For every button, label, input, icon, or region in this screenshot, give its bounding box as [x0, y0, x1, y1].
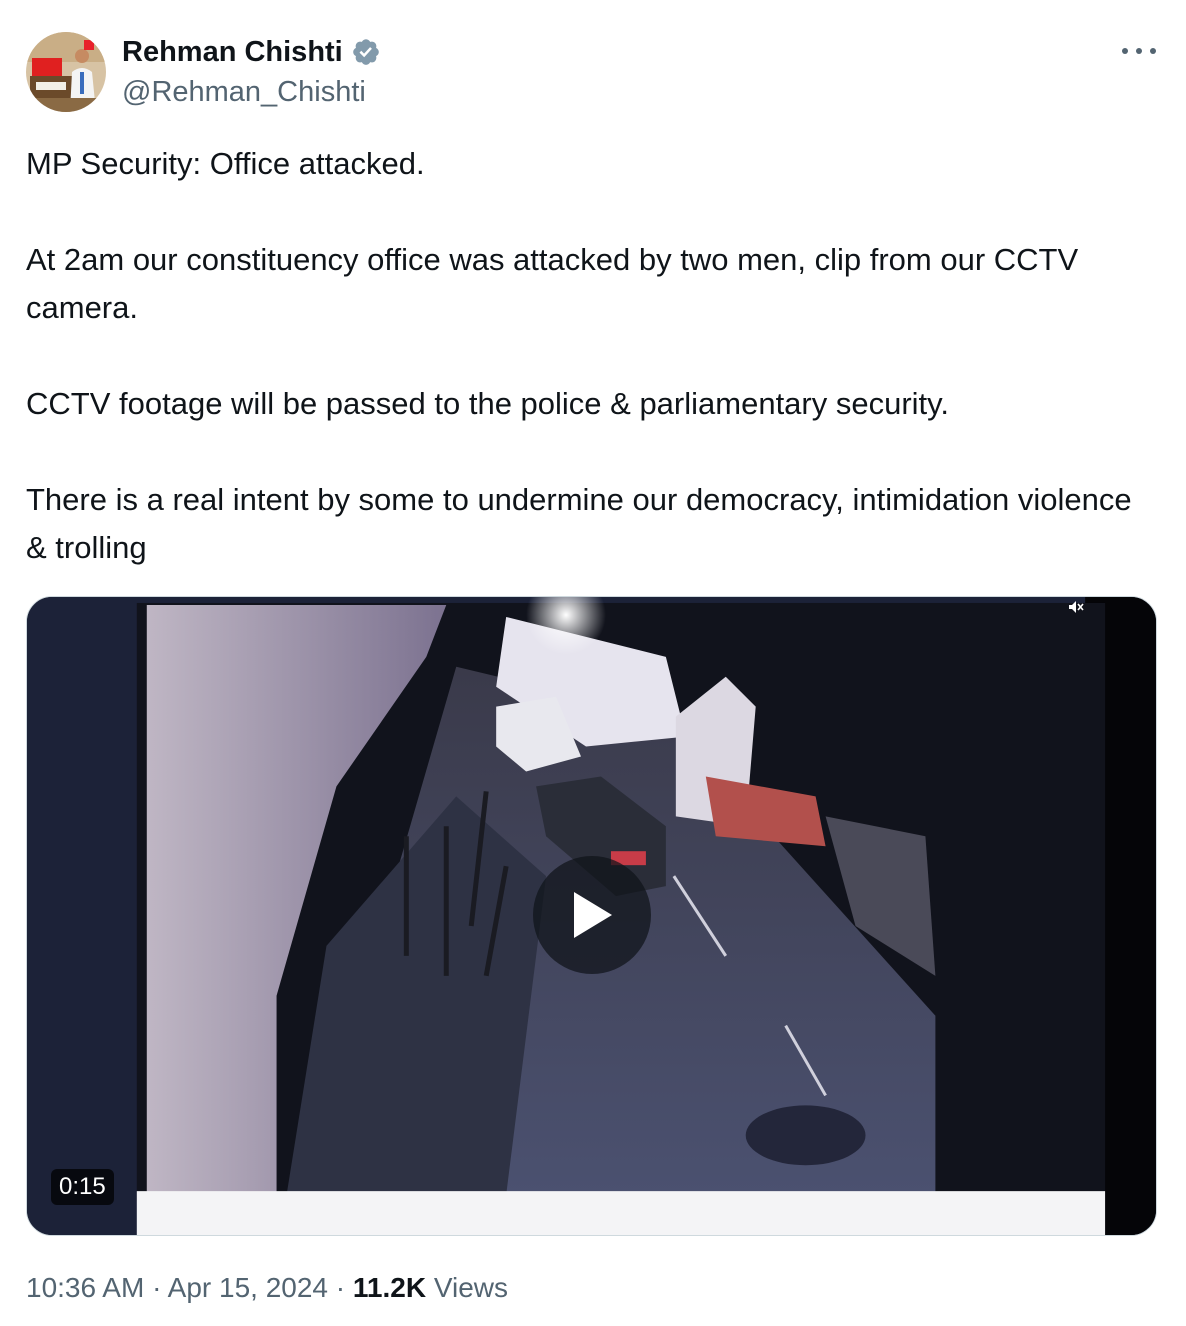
tweet-date[interactable]: Apr 15, 2024 [168, 1272, 328, 1303]
tweet-card: Rehman Chishti @Rehman_Chishti MP Securi… [0, 0, 1186, 1326]
views-count: 11.2K [352, 1272, 427, 1303]
separator: · [335, 1272, 346, 1303]
separator: · [152, 1272, 162, 1303]
play-icon [574, 892, 612, 938]
tweet-paragraph: At 2am our constituency office was attac… [26, 242, 1079, 325]
tweet-paragraph: There is a real intent by some to underm… [26, 482, 1132, 565]
avatar[interactable] [26, 32, 106, 112]
avatar-image [26, 32, 106, 112]
tweet-meta: 10:36 AM · Apr 15, 2024 · 11.2K Views [26, 1270, 508, 1306]
play-button[interactable] [533, 856, 651, 974]
muted-speaker-icon[interactable] [1068, 600, 1084, 614]
more-horizontal-icon[interactable] [1122, 38, 1156, 64]
author-display-name: Rehman Chishti [122, 36, 343, 68]
video-duration: 0:15 [51, 1169, 114, 1205]
views-label: Views [433, 1272, 509, 1303]
author-name[interactable]: Rehman Chishti [122, 34, 381, 70]
verified-badge-icon [352, 39, 379, 65]
author-handle[interactable]: @Rehman_Chishti [122, 74, 366, 110]
tweet-time[interactable]: 10:36 AM [26, 1272, 144, 1303]
video-player[interactable]: 0:15 [26, 596, 1157, 1236]
tweet-paragraph: MP Security: Office attacked. [26, 146, 425, 181]
tweet-text: MP Security: Office attacked. At 2am our… [26, 140, 1156, 572]
tweet-paragraph: CCTV footage will be passed to the polic… [26, 386, 949, 421]
